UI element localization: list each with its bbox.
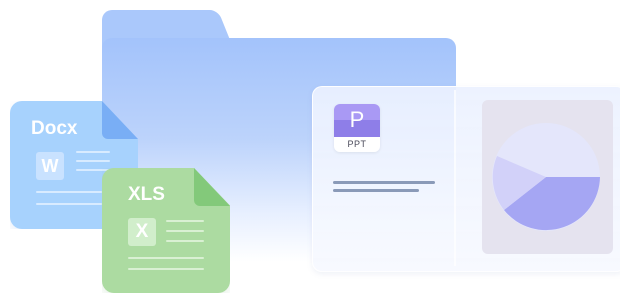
text-line	[36, 191, 102, 193]
ppt-file-icon: P PPT	[334, 104, 380, 152]
excel-icon: X	[128, 218, 156, 246]
text-line	[76, 160, 110, 162]
text-line	[128, 257, 204, 259]
text-line	[166, 220, 204, 222]
xls-label: XLS	[128, 184, 165, 205]
text-line	[333, 181, 435, 184]
presentation-divider	[454, 90, 456, 266]
text-line	[166, 240, 204, 242]
text-line	[76, 151, 110, 153]
text-line	[166, 230, 204, 232]
pie-chart-panel	[482, 100, 613, 254]
word-icon: W	[36, 152, 64, 180]
ppt-badge-letter: P	[334, 104, 380, 137]
docx-label: Docx	[31, 118, 78, 139]
ppt-badge-label: PPT	[334, 137, 380, 152]
text-line	[36, 203, 102, 205]
text-line	[333, 189, 419, 192]
text-line	[128, 268, 204, 270]
pie-chart-icon	[492, 123, 600, 231]
illustration: P PPT Docx W XLS X	[0, 0, 620, 293]
